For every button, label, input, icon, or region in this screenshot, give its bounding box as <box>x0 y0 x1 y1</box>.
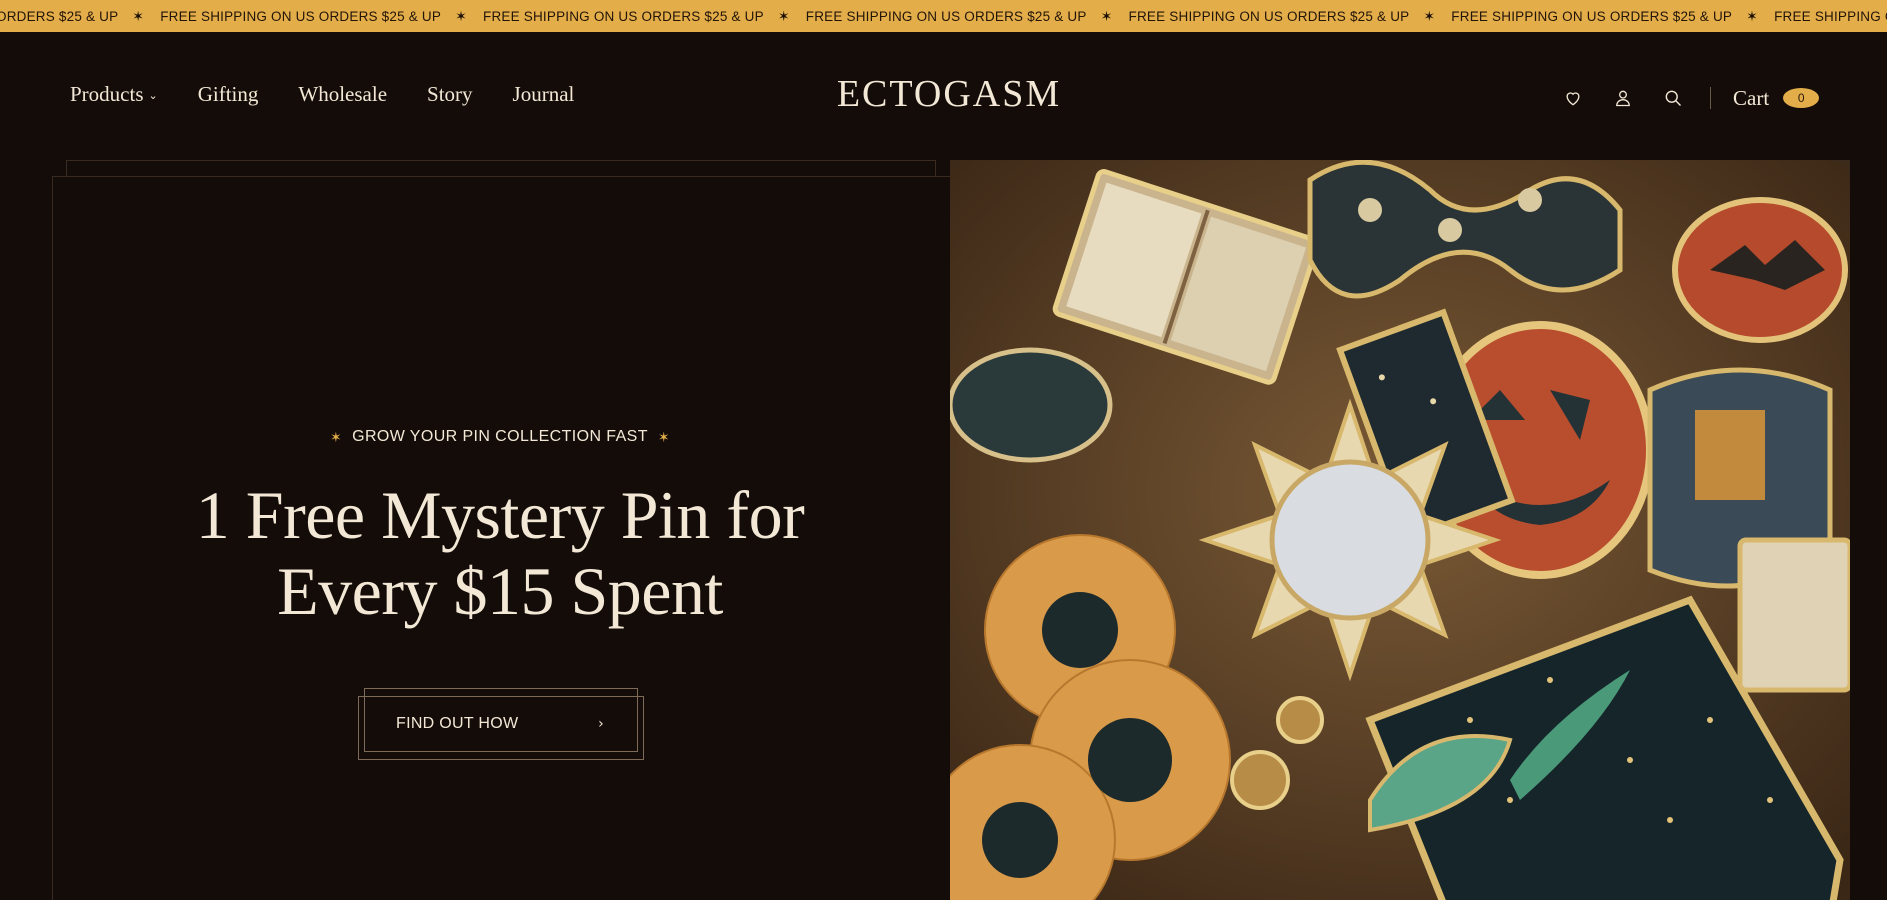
nav-gifting[interactable]: Gifting <box>198 82 259 107</box>
user-icon <box>1616 90 1630 107</box>
nav-journal[interactable]: Journal <box>513 82 575 107</box>
nav-products[interactable]: Products ⌄ <box>70 82 158 107</box>
search-button[interactable] <box>1648 78 1698 118</box>
hero-content: ✶ GROW YOUR PIN COLLECTION FAST ✶ 1 Free… <box>150 428 850 629</box>
header-divider <box>1710 87 1711 109</box>
hero-headline-line1: 1 Free Mystery Pin for <box>195 476 805 553</box>
star-icon: ✶ <box>777 7 790 24</box>
hero-eyebrow-text: GROW YOUR PIN COLLECTION FAST <box>352 428 648 445</box>
announcement-item: ORDERS $25 & UP ✶ <box>0 7 145 24</box>
heart-icon <box>1566 92 1580 106</box>
hero-image-enamel-pins <box>950 160 1850 900</box>
hero-headline: 1 Free Mystery Pin for Every $15 Spent <box>150 477 850 629</box>
star-icon: ✶ <box>657 428 671 445</box>
star-icon: ✶ <box>1100 7 1113 24</box>
star-icon: ✶ <box>1423 7 1436 24</box>
announcement-item: FREE SHIPPING ON US ORDERS $25 & UP✶ <box>160 7 467 24</box>
star-icon: ✶ <box>455 7 467 24</box>
hero-card-frame-top <box>66 160 936 176</box>
main-nav: Products ⌄ Gifting Wholesale Story Journa… <box>70 82 574 107</box>
chevron-down-icon: ⌄ <box>148 89 158 102</box>
cart-count-badge: 0 <box>1783 88 1820 108</box>
header-utilities: Cart 0 <box>1548 78 1820 118</box>
search-icon <box>1665 90 1682 107</box>
cart-label: Cart <box>1733 85 1770 110</box>
wishlist-button[interactable] <box>1548 78 1598 118</box>
chevron-right-icon: › <box>598 716 604 732</box>
hero-headline-line2: Every $15 Spent <box>277 552 723 629</box>
announcement-item: FREE SHIPPING ON US ORDERS $25 & UP✶ <box>805 7 1113 24</box>
site-header: Products ⌄ Gifting Wholesale Story Journa… <box>0 32 1887 162</box>
pins-illustration <box>950 160 1850 900</box>
announcement-bar: ORDERS $25 & UP ✶ FREE SHIPPING ON US ORD… <box>0 0 1887 32</box>
hero-image-frame-corner <box>1834 160 1850 176</box>
nav-wholesale[interactable]: Wholesale <box>298 82 387 107</box>
announcement-track: ORDERS $25 & UP ✶ FREE SHIPPING ON US ORD… <box>0 0 1887 32</box>
announcement-item: FREE SHIPPING ON US ORDERS $25 & UP✶ <box>1774 8 1887 24</box>
account-button[interactable] <box>1598 78 1648 118</box>
announcement-item: FREE SHIPPING ON US ORDERS $25 & UP✶ <box>483 7 790 24</box>
cta-wrapper: FIND OUT HOW › <box>358 688 646 760</box>
star-icon: ✶ <box>132 7 145 24</box>
find-out-how-button[interactable]: FIND OUT HOW › <box>364 696 638 752</box>
nav-story[interactable]: Story <box>427 82 473 107</box>
star-icon: ✶ <box>1746 7 1759 24</box>
logo[interactable]: ECTOGASM <box>836 72 1062 116</box>
cart-button[interactable]: Cart 0 <box>1733 85 1820 111</box>
announcement-item: FREE SHIPPING ON US ORDERS $25 & UP✶ <box>1128 7 1436 24</box>
cta-label: FIND OUT HOW <box>396 715 519 732</box>
hero-eyebrow: ✶ GROW YOUR PIN COLLECTION FAST ✶ <box>330 428 670 446</box>
announcement-item: FREE SHIPPING ON US ORDERS $25 & UP✶ <box>1451 7 1759 24</box>
star-icon: ✶ <box>329 428 343 445</box>
